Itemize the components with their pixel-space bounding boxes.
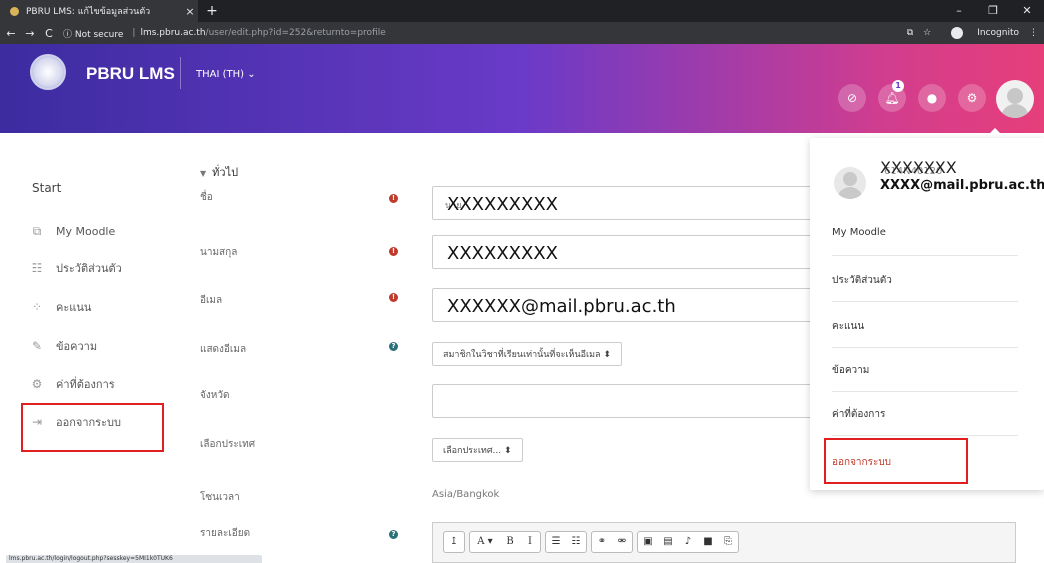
italic-icon[interactable]: I [520, 532, 540, 552]
user-menu-avatar[interactable] [834, 167, 866, 199]
city-label: จังหวัด [200, 390, 230, 401]
preferences-gear-icon: ⚙ [31, 377, 43, 391]
ordered-list-icon[interactable]: ☷ [566, 532, 586, 552]
user-avatar[interactable] [996, 80, 1034, 118]
dashboard-icon: ⧉ [32, 223, 42, 238]
menu-item-profile[interactable]: ประวัติส่วนตัว [832, 273, 892, 288]
user-menu-name[interactable]: XXXXXXX [880, 158, 957, 177]
link-icon[interactable]: ⚭ [592, 532, 612, 552]
collapse-arrow-icon: ▼ [200, 169, 207, 178]
reload-button[interactable]: C [41, 27, 57, 40]
tab-title: PBRU LMS: แก้ไขข้อมูลส่วนตัว [26, 7, 151, 17]
url-host: lms.pbru.ac.th [140, 28, 206, 38]
sidebar-item-profile[interactable]: ☷ ประวัติส่วนตัว [28, 258, 122, 278]
maildisplay-label: แสดงอีเมล [200, 344, 247, 355]
close-window-button[interactable]: ✕ [1010, 0, 1044, 22]
unlink-icon[interactable]: ⚮ [612, 532, 632, 552]
editor-toolbar: ↥ A ▾ B I ☰ ☷ ⚭ ⚮ ▣ ▤ ♪ ■ ⎘ [443, 531, 743, 553]
description-editor[interactable]: ↥ A ▾ B I ☰ ☷ ⚭ ⚮ ▣ ▤ ♪ ■ ⎘ [432, 522, 1016, 563]
email-label: อีเมล [200, 295, 223, 306]
sidebar-item-my-moodle[interactable]: ⧉ My Moodle [28, 221, 116, 241]
firstname-input[interactable]: นาย XXXXXXXXX [432, 186, 852, 220]
required-icon[interactable]: ! [389, 194, 398, 203]
unordered-list-icon[interactable]: ☰ [546, 532, 566, 552]
maximize-button[interactable]: ❐ [976, 0, 1010, 22]
sidebar-item-preferences[interactable]: ⚙ ค่าที่ต้องการ [28, 374, 115, 394]
user-menu-email: XXXX@mail.pbru.ac.th [880, 178, 1044, 193]
menu-item-messages[interactable]: ข้อความ [832, 363, 869, 378]
translate-icon[interactable]: ⧉ [907, 28, 913, 38]
new-tab-button[interactable]: + [202, 0, 222, 22]
address-bar: ← → C ⓘ Not secure | lms.pbru.ac.th /use… [0, 22, 1044, 44]
browser-menu-icon[interactable]: ⋮ [1029, 28, 1038, 38]
city-input[interactable] [432, 384, 852, 418]
window-controls: – ❐ ✕ [942, 0, 1044, 22]
record-audio-icon[interactable]: ♪ [678, 532, 698, 552]
nav-start-heading: Start [32, 181, 62, 195]
email-field[interactable]: XXXXXX@mail.pbru.ac.th [432, 288, 852, 322]
country-label: เลือกประเทศ [200, 439, 256, 450]
description-label: รายละเอียด [200, 528, 251, 539]
menu-item-grades[interactable]: คะแนน [832, 319, 864, 334]
highlight-box-logout-sidebar [21, 403, 164, 452]
lastname-input[interactable]: XXXXXXXXX [432, 235, 852, 269]
record-video-icon[interactable]: ■ [698, 532, 718, 552]
browser-tab[interactable]: PBRU LMS: แก้ไขข้อมูลส่วนตัว × [0, 0, 198, 22]
profile-icon: ☷ [31, 261, 43, 275]
timezone-value: Asia/Bangkok [432, 489, 500, 500]
url-path: /user/edit.php?id=252&returnto=profile [205, 28, 386, 38]
timezone-label: โซนเวลา [200, 492, 240, 503]
browser-titlebar: PBRU LMS: แก้ไขข้อมูลส่วนตัว × + – ❐ ✕ [0, 0, 1044, 22]
site-favicon-icon [10, 6, 19, 16]
forward-button[interactable]: → [22, 27, 38, 40]
site-name[interactable]: PBRU LMS [86, 64, 175, 84]
tab-close-icon[interactable]: × [182, 5, 198, 18]
manage-files-icon[interactable]: ⎘ [718, 532, 738, 552]
bold-icon[interactable]: B [500, 532, 520, 552]
paragraph-style-icon[interactable]: A ▾ [470, 532, 500, 552]
country-select[interactable]: เลือกประเทศ... ⬍ [432, 438, 523, 462]
messages-icon: ✎ [31, 339, 43, 353]
incognito-indicator[interactable]: Incognito [941, 27, 1019, 39]
settings-gear-icon[interactable]: ⚙ [958, 84, 986, 112]
notification-count-badge: 1 [892, 80, 904, 92]
url-input[interactable]: ⓘ Not secure | lms.pbru.ac.th /user/edit… [63, 24, 897, 42]
required-icon[interactable]: ! [389, 247, 398, 256]
media-icon[interactable]: ▤ [658, 532, 678, 552]
not-secure-indicator[interactable]: ⓘ Not secure [63, 27, 123, 40]
grades-icon: ⁘ [31, 300, 43, 314]
section-general-toggle[interactable]: ▼ ทั่วไป [200, 163, 238, 181]
bookmark-star-icon[interactable]: ☆ [923, 28, 931, 38]
highlight-box-logout-menu [824, 438, 968, 484]
help-icon[interactable]: ? [389, 530, 398, 539]
status-bar-url: lms.pbru.ac.th/login/logout.php?sesskey=… [6, 555, 262, 563]
hide-blocks-eye-icon[interactable]: ⊘ [838, 84, 866, 112]
minimize-button[interactable]: – [942, 0, 976, 22]
image-icon[interactable]: ▣ [638, 532, 658, 552]
sidebar-item-grades[interactable]: ⁘ คะแนน [28, 297, 91, 317]
menu-item-my-moodle[interactable]: My Moodle [832, 227, 886, 238]
messages-chat-icon[interactable]: ● [918, 84, 946, 112]
incognito-icon [951, 27, 964, 39]
show-more-icon[interactable]: ↥ [444, 532, 464, 552]
back-button[interactable]: ← [3, 27, 19, 40]
maildisplay-select[interactable]: สมาชิกในวิชาที่เรียนเท่านั้นที่จะเห็นอีเ… [432, 342, 622, 366]
sidebar-item-messages[interactable]: ✎ ข้อความ [28, 336, 97, 356]
help-icon[interactable]: ? [389, 342, 398, 351]
language-menu[interactable]: THAI (TH) ⌄ [196, 69, 256, 80]
required-icon[interactable]: ! [389, 293, 398, 302]
firstname-label: ชื่อ [200, 192, 213, 203]
lastname-label: นามสกุล [200, 247, 238, 258]
university-logo[interactable] [30, 54, 66, 90]
menu-item-preferences[interactable]: ค่าที่ต้องการ [832, 407, 885, 422]
